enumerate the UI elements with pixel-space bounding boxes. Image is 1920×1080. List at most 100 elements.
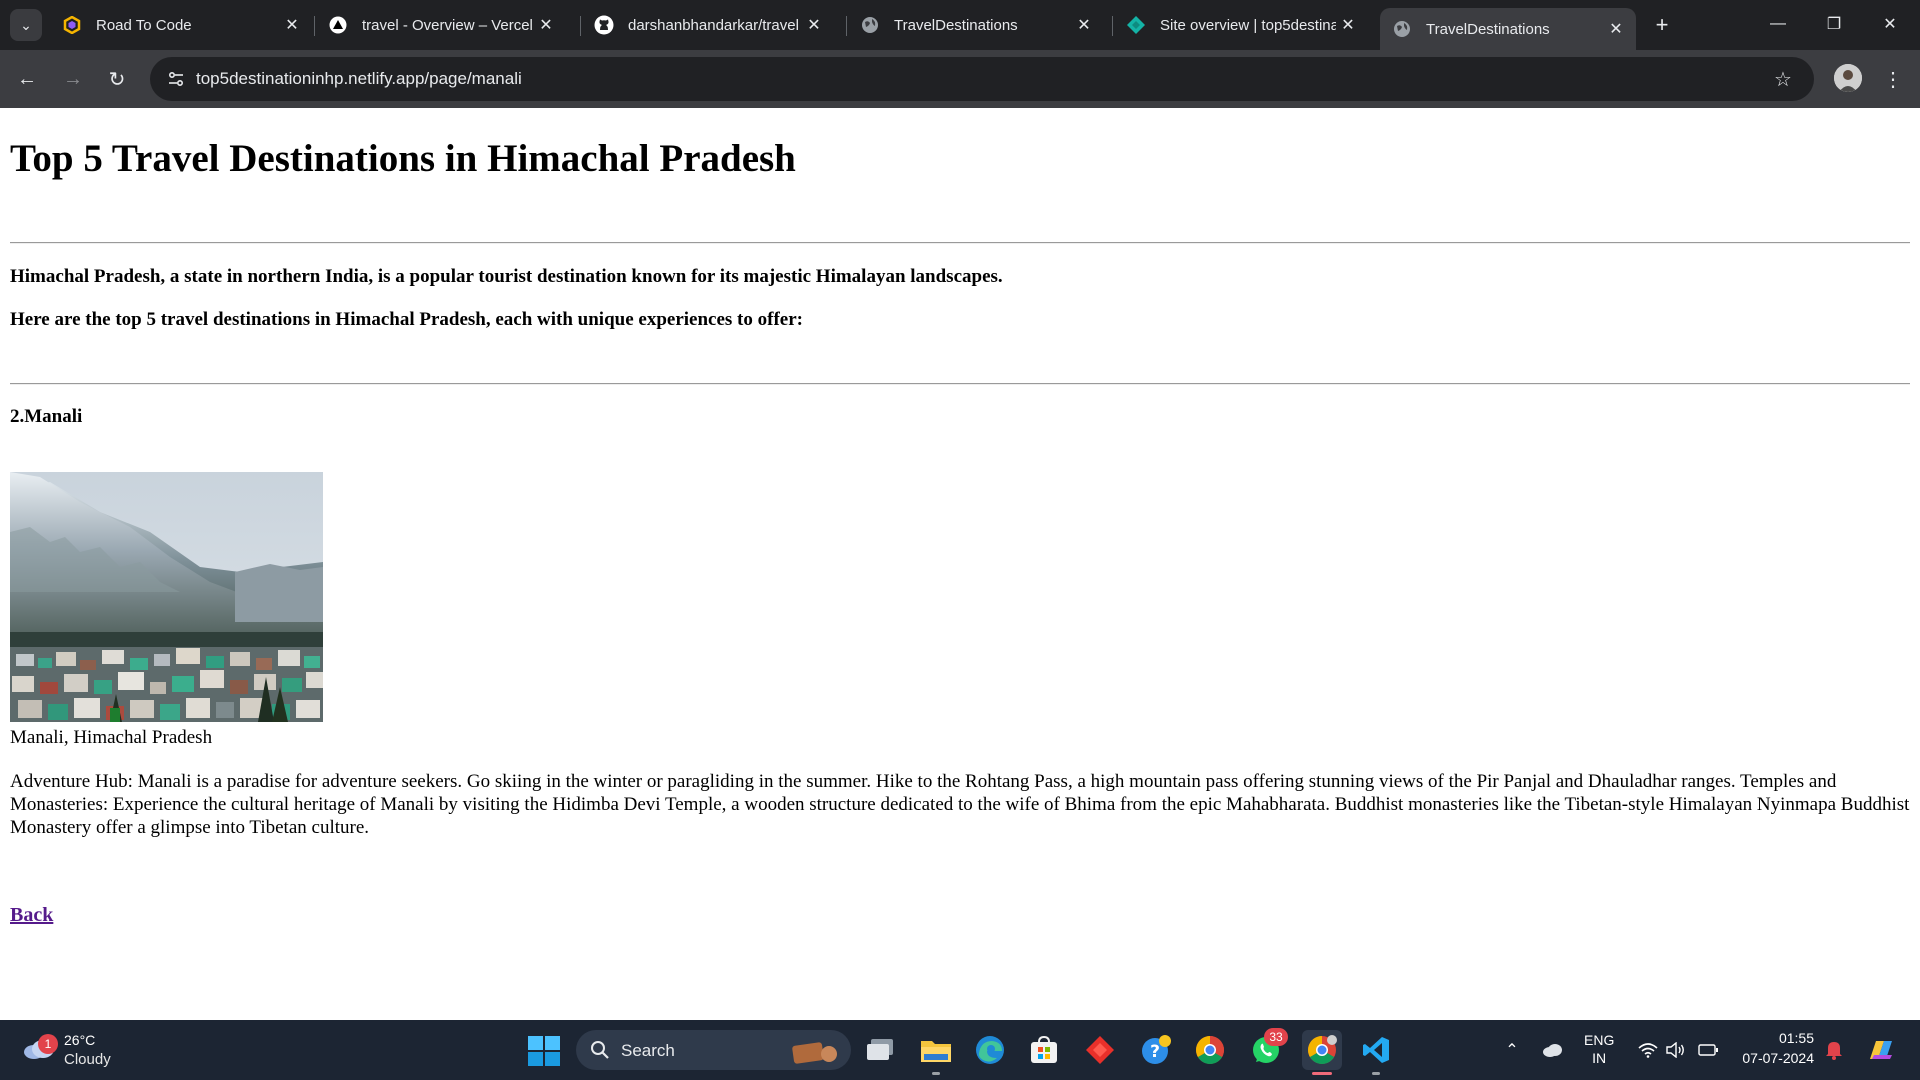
whatsapp-badge: 33 xyxy=(1264,1028,1288,1046)
tab-separator xyxy=(846,16,847,36)
minimize-button[interactable]: — xyxy=(1758,8,1798,40)
vscode-app[interactable] xyxy=(1358,1032,1394,1068)
back-button[interactable]: ← xyxy=(10,62,44,96)
bell-icon[interactable] xyxy=(1822,1038,1846,1062)
file-explorer-app[interactable] xyxy=(918,1032,954,1068)
notification-badge: 1 xyxy=(38,1034,58,1054)
divider xyxy=(10,383,1910,385)
close-icon[interactable]: ✕ xyxy=(534,13,558,37)
intro-paragraph: Himachal Pradesh, a state in northern In… xyxy=(10,266,1003,287)
task-view-icon xyxy=(867,1039,893,1060)
intro-paragraph-secondary: Here are the top 5 travel destinations i… xyxy=(10,309,803,330)
copilot-icon[interactable] xyxy=(1864,1038,1898,1062)
language-region: IN xyxy=(1592,1050,1607,1066)
battery-icon[interactable] xyxy=(1696,1038,1720,1062)
reload-icon: ↻ xyxy=(108,68,126,91)
search-icon xyxy=(590,1040,610,1060)
start-button[interactable] xyxy=(528,1036,560,1066)
bookmark-star-icon[interactable]: ☆ xyxy=(1770,66,1796,92)
netlify-icon xyxy=(1126,15,1146,35)
close-icon[interactable]: ✕ xyxy=(1336,13,1360,37)
git-app[interactable] xyxy=(1082,1032,1118,1068)
edge-app[interactable] xyxy=(972,1032,1008,1068)
help-icon: ? xyxy=(1142,1035,1171,1064)
tab-netlify[interactable]: Site overview | top5destina ✕ xyxy=(1114,8,1368,42)
browser-menu-button[interactable]: ⋮ xyxy=(1878,62,1908,96)
windows-taskbar: 1 26°C Cloudy Search ? 33 ⌃ ENG IN 01:55… xyxy=(0,1020,1920,1080)
tab-title: TravelDestinations xyxy=(894,16,1018,34)
browser-toolbar: ← → ↻ top5destinationinhp.netlify.app/pa… xyxy=(0,50,1920,108)
taskbar-search[interactable]: Search xyxy=(576,1030,851,1070)
clock-time: 01:55 xyxy=(1778,1030,1814,1046)
browser-tab-strip: ⌄ Road To Code ✕ travel - Overview – Ver… xyxy=(0,0,1920,50)
folder-icon xyxy=(921,1041,951,1062)
onedrive-icon[interactable] xyxy=(1540,1038,1564,1062)
chrome-app[interactable] xyxy=(1192,1032,1228,1068)
weather-temperature: 26°C xyxy=(64,1032,96,1048)
edge-icon xyxy=(976,1036,1004,1064)
chevron-down-icon: ⌄ xyxy=(20,16,32,33)
tab-title: Site overview | top5destina xyxy=(1160,16,1336,34)
weather-condition: Cloudy xyxy=(64,1051,111,1068)
close-icon: ✕ xyxy=(1883,16,1897,33)
back-link[interactable]: Back xyxy=(10,904,53,927)
manali-photo xyxy=(10,472,323,722)
diamond-app-icon xyxy=(1086,1036,1114,1064)
github-icon xyxy=(594,15,614,35)
restore-button[interactable]: ❐ xyxy=(1814,8,1854,40)
tab-road-to-code[interactable]: Road To Code ✕ xyxy=(50,8,312,42)
address-bar[interactable]: top5destinationinhp.netlify.app/page/man… xyxy=(150,57,1814,101)
tab-travel-destinations[interactable]: TravelDestinations ✕ xyxy=(848,8,1104,42)
tab-title: travel - Overview – Vercel xyxy=(362,16,533,34)
helper-app[interactable]: ? xyxy=(1138,1032,1174,1068)
show-hidden-icons-button[interactable]: ⌃ xyxy=(1500,1038,1524,1062)
minimize-icon: — xyxy=(1770,15,1786,32)
vscode-icon xyxy=(1363,1037,1389,1063)
close-window-button[interactable]: ✕ xyxy=(1870,8,1910,40)
new-tab-button[interactable]: + xyxy=(1648,11,1676,39)
tab-vercel[interactable]: travel - Overview – Vercel ✕ xyxy=(316,8,566,42)
active-indicator xyxy=(1312,1072,1332,1075)
tab-title: darshanbhandarkar/travel xyxy=(628,16,799,34)
chrome-profile-icon xyxy=(1308,1035,1337,1064)
task-view-app[interactable] xyxy=(862,1032,898,1068)
microsoft-store-app[interactable] xyxy=(1026,1032,1062,1068)
site-settings-icon[interactable] xyxy=(164,67,188,91)
volume-icon[interactable] xyxy=(1664,1038,1688,1062)
clock[interactable]: 01:55 07-07-2024 xyxy=(1736,1030,1814,1066)
close-icon[interactable]: ✕ xyxy=(802,13,826,37)
globe-icon xyxy=(860,15,880,35)
profile-avatar[interactable] xyxy=(1834,64,1862,92)
globe-icon xyxy=(1392,19,1412,39)
tab-separator xyxy=(1112,16,1113,36)
web-page: Top 5 Travel Destinations in Himachal Pr… xyxy=(0,108,1920,1020)
tab-travel-destinations-active[interactable]: TravelDestinations ✕ xyxy=(1380,8,1636,50)
wifi-icon[interactable] xyxy=(1636,1038,1660,1062)
destination-heading: 2.Manali xyxy=(10,406,83,427)
close-icon[interactable]: ✕ xyxy=(280,13,304,37)
close-icon[interactable]: ✕ xyxy=(1072,13,1096,37)
language-indicator[interactable]: ENG IN xyxy=(1584,1032,1614,1066)
destination-description: Adventure Hub: Manali is a paradise for … xyxy=(10,771,1910,838)
tab-title: TravelDestinations xyxy=(1426,20,1550,38)
tab-title: Road To Code xyxy=(96,16,192,34)
tab-github[interactable]: darshanbhandarkar/travel ✕ xyxy=(582,8,834,42)
forward-button[interactable]: → xyxy=(56,62,90,96)
store-icon xyxy=(1031,1035,1057,1063)
chevron-up-icon: ⌃ xyxy=(1505,1042,1519,1059)
search-highlight-icon xyxy=(791,1038,841,1064)
divider xyxy=(10,242,1910,244)
clock-date: 07-07-2024 xyxy=(1742,1050,1814,1066)
image-caption: Manali, Himachal Pradesh xyxy=(10,727,213,748)
close-icon[interactable]: ✕ xyxy=(1604,17,1628,41)
url-text[interactable]: top5destinationinhp.netlify.app/page/man… xyxy=(196,69,522,89)
vercel-icon xyxy=(328,15,348,35)
weather-widget[interactable]: 1 26°C Cloudy xyxy=(20,1028,140,1072)
tab-search-button[interactable]: ⌄ xyxy=(10,9,42,41)
arrow-right-icon: → xyxy=(63,67,83,90)
chrome-active-app[interactable] xyxy=(1302,1030,1342,1070)
reload-button[interactable]: ↻ xyxy=(100,62,134,96)
chrome-icon xyxy=(1196,1036,1224,1064)
arrow-left-icon: ← xyxy=(17,67,37,90)
more-vertical-icon: ⋮ xyxy=(1883,68,1903,91)
